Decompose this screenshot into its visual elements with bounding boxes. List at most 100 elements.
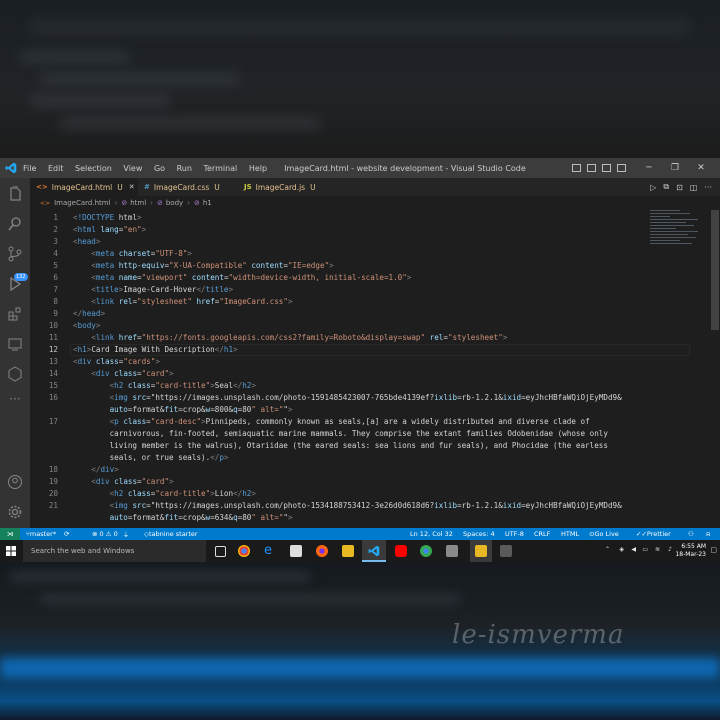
html-file-icon: <>: [36, 183, 48, 191]
search-icon[interactable]: [7, 216, 23, 232]
code-editor[interactable]: 1 <!DOCTYPE html> 2 <html lang="en"> 3 <head>…: [30, 210, 710, 528]
tab-label: ImageCard.css: [153, 182, 210, 192]
window-controls: ─ ❐ ✕: [572, 158, 714, 178]
untracked-badge: U: [214, 182, 220, 192]
compare-changes-icon[interactable]: ⧉: [663, 182, 669, 192]
edge-icon[interactable]: e: [264, 544, 276, 557]
windows-start-icon[interactable]: [6, 546, 16, 556]
speaker-icon[interactable]: ♪: [668, 546, 672, 553]
menu-selection[interactable]: Selection: [75, 164, 112, 173]
prettier-indicator[interactable]: ✓✓ Prettier: [636, 528, 671, 540]
chrome-icon[interactable]: [238, 545, 250, 557]
youtube-icon[interactable]: [395, 545, 407, 557]
account-icon[interactable]: [7, 474, 23, 490]
menu-help[interactable]: Help: [249, 164, 267, 173]
toggle-secondary-sidebar-icon[interactable]: [602, 164, 611, 172]
menu-file[interactable]: File: [23, 164, 36, 173]
scrollbar-thumb[interactable]: [711, 210, 719, 330]
run-debug-icon[interactable]: [7, 276, 23, 292]
breadcrumb-body[interactable]: body: [166, 199, 183, 207]
menu-terminal[interactable]: Terminal: [203, 164, 237, 173]
menu-bar: File Edit Selection View Go Run Terminal…: [23, 164, 276, 173]
breadcrumb-file[interactable]: ImageCard.html: [54, 199, 110, 207]
minimap[interactable]: [650, 210, 702, 250]
breadcrumb-html[interactable]: html: [130, 199, 146, 207]
close-tab-icon[interactable]: ✕: [129, 183, 135, 191]
background-top: [0, 0, 720, 158]
line-number: 7: [53, 285, 58, 294]
task-view-icon[interactable]: [215, 546, 226, 557]
bell-icon[interactable]: ⍾: [706, 528, 710, 540]
notifications-icon[interactable]: ⍊: [124, 528, 128, 540]
toggle-sidebar-icon[interactable]: [572, 164, 581, 172]
run-file-icon[interactable]: ▷: [650, 183, 656, 192]
minimize-button[interactable]: ─: [636, 163, 662, 173]
code-text: <link rel="stylesheet" href="ImageCard.c…: [91, 297, 293, 306]
customize-layout-icon[interactable]: [617, 164, 626, 172]
testing-icon[interactable]: [7, 366, 23, 382]
more-actions-icon[interactable]: ···: [704, 183, 712, 192]
file-explorer-icon[interactable]: [342, 545, 354, 557]
tab-imagecard-js[interactable]: JS ImageCard.js U: [238, 178, 338, 196]
editor-actions: ▷ ⧉ ⊡ ◫ ···: [650, 178, 712, 196]
close-window-button[interactable]: ✕: [688, 163, 714, 173]
restore-button[interactable]: ❐: [662, 163, 688, 173]
volume-icon[interactable]: ◀: [631, 546, 636, 553]
menu-edit[interactable]: Edit: [48, 164, 64, 173]
explorer-icon[interactable]: [7, 186, 23, 202]
tab-imagecard-css[interactable]: # ImageCard.css U: [138, 178, 238, 196]
encoding-indicator[interactable]: UTF-8: [505, 528, 524, 540]
feedback-icon[interactable]: ⚇: [688, 528, 694, 540]
sync-icon[interactable]: ⟳: [64, 528, 69, 540]
line-number: 1: [53, 213, 58, 222]
menu-run[interactable]: Run: [177, 164, 192, 173]
extensions-icon[interactable]: [7, 306, 23, 322]
indentation-indicator[interactable]: Spaces: 4: [463, 528, 495, 540]
app-icon[interactable]: [500, 545, 512, 557]
tab-imagecard-html[interactable]: <> ImageCard.html U ✕: [30, 178, 138, 196]
code-text: <meta name="viewport" content="width=dev…: [91, 273, 412, 282]
folder-icon[interactable]: [475, 545, 487, 557]
menu-go[interactable]: Go: [154, 164, 165, 173]
split-editor-icon[interactable]: ◫: [690, 183, 698, 192]
title-bar: File Edit Selection View Go Run Terminal…: [0, 158, 720, 178]
tray-chevron-up-icon[interactable]: ⌃: [605, 546, 610, 553]
settings-gear-icon[interactable]: [7, 504, 23, 520]
go-live-button[interactable]: ⊙ Go Live: [589, 528, 619, 540]
code-text: </div>: [91, 465, 119, 474]
line-number: 18: [48, 465, 58, 474]
menu-view[interactable]: View: [123, 164, 142, 173]
branch-indicator[interactable]: ⑂ master*: [26, 528, 56, 540]
taskbar-search-input[interactable]: Search the web and Windows: [23, 540, 206, 562]
eol-indicator[interactable]: CRLF: [534, 528, 550, 540]
source-control-icon[interactable]: [7, 246, 23, 262]
toggle-panel-icon[interactable]: [587, 164, 596, 172]
remote-explorer-icon[interactable]: [7, 336, 23, 352]
firefox-icon[interactable]: [316, 545, 328, 557]
vscode-window: File Edit Selection View Go Run Terminal…: [0, 158, 720, 540]
app-icon[interactable]: [446, 545, 458, 557]
store-icon[interactable]: [290, 545, 302, 557]
line-number: 17: [48, 417, 58, 426]
tab-label: ImageCard.js: [255, 182, 306, 192]
cursor-position[interactable]: Ln 12, Col 32: [410, 528, 453, 540]
battery-icon[interactable]: ▭: [642, 546, 648, 553]
line-number: 3: [53, 237, 58, 246]
code-text: <h1>Card Image With Description</h1>: [73, 345, 238, 354]
tabnine-indicator[interactable]: ◇ tabnine starter: [144, 528, 198, 540]
remote-indicator-icon[interactable]: ⋊: [0, 528, 20, 540]
code-text: <meta http-equiv="X-UA-Compatible" conte…: [91, 261, 334, 270]
line-number: 11: [48, 333, 58, 342]
wifi-icon[interactable]: ≋: [655, 546, 660, 553]
vertical-scrollbar[interactable]: [710, 210, 720, 528]
language-mode[interactable]: HTML: [561, 528, 579, 540]
system-clock[interactable]: 6:55 AM 18-Mar-23: [675, 543, 706, 559]
network-icon[interactable]: ◈: [619, 546, 624, 553]
problems-indicator[interactable]: ⊗ 0 ⚠ 0: [92, 528, 118, 540]
action-center-icon[interactable]: ▢: [710, 546, 717, 554]
more-icon[interactable]: ···: [7, 392, 23, 408]
open-preview-icon[interactable]: ⊡: [676, 183, 683, 192]
chrome-profile-icon[interactable]: [420, 545, 432, 557]
go-live-label: Go Live: [594, 530, 619, 538]
breadcrumb-h1[interactable]: h1: [203, 199, 212, 207]
